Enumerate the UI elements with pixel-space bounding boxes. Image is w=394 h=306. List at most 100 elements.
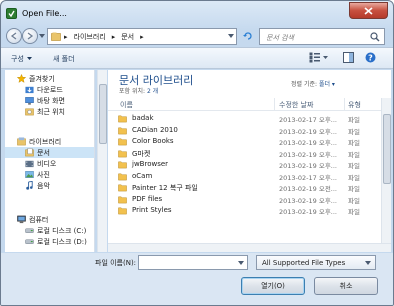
folder-icon [118,138,127,146]
sidebar-item-drive-c[interactable]: 로컬 디스크 (C:) [5,225,94,236]
new-folder-label: 새 폴더 [53,55,75,63]
file-row[interactable]: PDF files 2013-02-19 오후... 파일 [108,194,391,205]
sidebar-item-drive-d[interactable]: 로컬 디스크 (D:) [5,236,94,247]
help-icon[interactable]: ? [365,52,376,63]
file-name: G마켓 [132,149,151,158]
sidebar-item-favorites[interactable]: 즐겨찾기 [5,73,94,84]
address-bar[interactable]: ▸ 라이브러리 ▸ 문서 ▸ [47,28,237,45]
file-row[interactable]: oCam 2013-02-17 오후... 파일 [108,171,391,182]
cancel-button[interactable]: 취소 [314,277,378,295]
sidebar-label: 문서 [37,148,50,157]
column-divider[interactable] [274,98,275,111]
file-type-value: All Supported File Types [262,259,346,267]
navigation-pane-scrollbar[interactable] [97,70,107,252]
sidebar-label: 로컬 디스크 (C:) [37,226,87,235]
forward-button[interactable] [22,28,38,44]
library-folder-icon [51,32,61,41]
open-button[interactable]: 열기(O) [241,277,305,295]
folder-icon [118,173,127,180]
computer-icon [17,215,26,224]
breadcrumb-separator[interactable]: ▸ [109,29,119,44]
preview-pane-icon[interactable] [343,52,354,63]
back-arrow-icon [10,32,17,40]
column-header-type[interactable]: 유형 [348,100,361,110]
file-row[interactable]: Color Books 2013-02-19 오후... 파일 [108,136,391,147]
file-name: oCam [132,171,153,180]
folder-icon [118,196,127,203]
file-list-pane: 문서 라이브러리 포함 위치: 2 개 정렬 기준: 폴더 ▾ 이름 수정한 날… [108,70,391,252]
file-type-select[interactable]: All Supported File Types [256,255,376,270]
sidebar-item-recent-places[interactable]: 최근 위치 [5,106,94,117]
hard-drive-icon [25,228,34,233]
column-header-name[interactable]: 이름 [120,100,133,110]
sidebar-label: 비디오 [37,159,57,168]
refresh-button[interactable] [241,30,255,42]
close-icon [364,6,373,15]
music-icon [26,181,33,190]
breadcrumb-libraries[interactable]: 라이브러리 [71,29,109,44]
file-date: 2013-02-17 오후... [279,173,337,182]
breadcrumb-documents[interactable]: 문서 [118,29,137,44]
file-row[interactable]: jwBrowser 2013-02-19 오후... 파일 [108,159,391,170]
library-include-info: 포함 위치: 2 개 [119,86,158,95]
filename-label: 파일 이름(N): [95,259,137,267]
file-row[interactable]: CADian 2010 2013-02-19 오후... 파일 [108,125,391,136]
file-date: 2013-02-19 오후... [279,208,337,216]
sidebar-label: 사진 [37,170,50,179]
search-input[interactable]: 문서 검색 [259,28,385,45]
sidebar-item-pictures[interactable]: 사진 [5,169,94,180]
arrange-value-dropdown[interactable]: 폴더 [319,81,330,88]
file-row[interactable]: G마켓 2013-02-19 오후... 파일 [108,148,391,159]
file-type: 파일 [348,150,360,159]
scrollbar-thumb[interactable] [383,114,391,184]
svg-text:?: ? [368,53,373,62]
folder-icon [118,127,127,134]
file-list-scrollbar[interactable] [381,98,391,252]
sidebar-item-videos[interactable]: 비디오 [5,158,94,169]
column-header-date[interactable]: 수정한 날짜 [279,100,313,110]
history-dropdown-icon[interactable] [39,34,45,38]
sidebar-item-computer[interactable]: 컴퓨터 [5,214,94,225]
file-row[interactable]: Print Styles 2013-02-19 오후... 파일 [108,205,391,216]
column-headers: 이름 수정한 날짜 유형 [108,98,391,111]
column-divider[interactable] [344,98,345,111]
favorites-group: 즐겨찾기 다운로드 바탕 화면 최근 위치 [5,73,94,117]
arrange-label: 정렬 기준: [291,81,318,88]
close-button[interactable] [349,2,388,19]
back-button[interactable] [6,28,22,44]
sidebar-item-music[interactable]: 음악 [5,180,94,191]
desktop-icon [25,97,34,105]
file-date: 2013-02-19 오후... [279,127,337,136]
file-type: 파일 [348,173,360,182]
file-row[interactable]: badak 2013-02-17 오후... 파일 [108,113,391,124]
file-list-horizontal-scrollbar[interactable] [108,243,391,252]
file-row[interactable]: Painter 12 복구 파일 2013-02-19 오전... 파일 [108,182,391,193]
folder-icon [118,115,127,123]
address-dropdown-icon[interactable] [228,34,234,38]
view-options-icon[interactable] [309,52,329,63]
documents-icon [25,148,34,157]
breadcrumb-separator[interactable]: ▸ [137,29,147,44]
scrollbar-thumb[interactable] [99,84,107,144]
arrange-by: 정렬 기준: 폴더 ▾ [291,79,335,88]
chevron-down-icon[interactable]: ▾ [332,81,335,88]
file-type: 파일 [348,127,360,136]
include-value-link[interactable]: 2 개 [147,88,158,95]
sidebar-item-desktop[interactable]: 바탕 화면 [5,95,94,106]
file-date: 2013-02-19 오후... [279,196,337,205]
sidebar-item-libraries[interactable]: 라이브러리 [5,136,94,147]
filename-input[interactable] [138,255,248,270]
pictures-icon [25,171,34,178]
breadcrumb-separator[interactable]: ▸ [61,29,71,44]
chevron-down-icon[interactable] [238,261,244,265]
computer-group: 컴퓨터 로컬 디스크 (C:) 로컬 디스크 (D:) [5,214,94,247]
sidebar-label: 음악 [37,181,50,190]
sidebar-item-documents[interactable]: 문서 [5,147,94,158]
file-name: Painter 12 복구 파일 [132,184,198,192]
title-bar: Open File... [1,1,393,25]
sidebar-item-downloads[interactable]: 다운로드 [5,84,94,95]
star-icon [17,74,26,83]
new-folder-button[interactable]: 새 폴더 [53,54,75,64]
organize-button[interactable]: 구성 [11,54,32,64]
sidebar-label: 로컬 디스크 (D:) [37,237,87,246]
